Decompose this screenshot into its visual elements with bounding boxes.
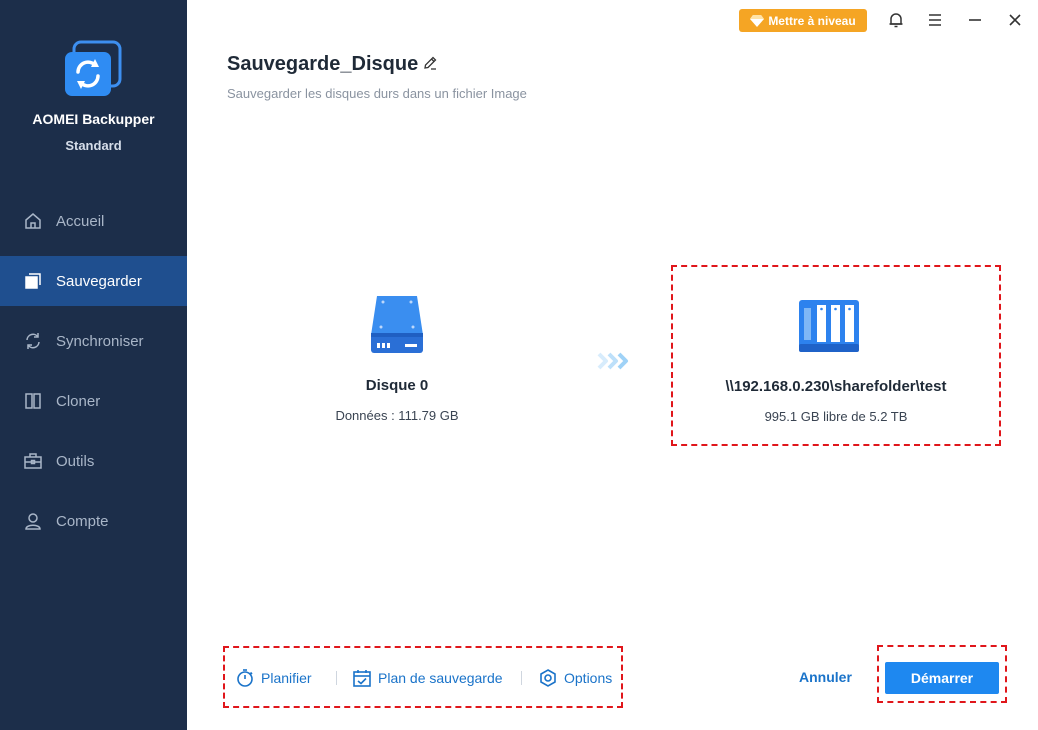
sidebar-item-label: Sauvegarder — [56, 272, 142, 290]
start-button-highlight: Démarrer — [877, 645, 1007, 703]
tools-icon — [24, 453, 42, 469]
app-name: AOMEI Backupper — [32, 111, 155, 127]
sidebar-item-synchroniser[interactable]: Synchroniser — [0, 316, 187, 366]
sidebar-item-label: Synchroniser — [56, 332, 144, 350]
options-button[interactable]: Options — [538, 667, 612, 689]
page-title: Sauvegarde_Disque — [227, 53, 419, 75]
upgrade-button[interactable]: Mettre à niveau — [739, 9, 867, 32]
menu-icon[interactable] — [925, 10, 945, 30]
home-icon — [25, 213, 41, 229]
sidebar-item-outils[interactable]: Outils — [0, 436, 187, 486]
arrow-right-icon — [597, 352, 628, 370]
sidebar-item-sauvegarder[interactable]: Sauvegarder — [0, 256, 187, 306]
sidebar-item-label: Compte — [56, 512, 109, 530]
cancel-button[interactable]: Annuler — [799, 669, 852, 685]
start-button[interactable]: Démarrer — [885, 662, 999, 694]
source-disk-name: Disque 0 — [365, 377, 429, 394]
sidebar-item-cloner[interactable]: Cloner — [0, 376, 187, 426]
bell-icon[interactable] — [886, 10, 906, 30]
divider — [336, 671, 337, 685]
upgrade-label: Mettre à niveau — [768, 13, 856, 28]
divider — [521, 671, 522, 685]
destination-info: 995.1 GB libre de 5.2 TB — [764, 409, 908, 424]
close-icon[interactable] — [1005, 10, 1025, 30]
backup-plan-button[interactable]: Plan de sauvegarde — [352, 667, 503, 689]
schedule-button[interactable]: Planifier — [235, 667, 312, 689]
destination-selector[interactable]: \\192.168.0.230\sharefolder\test 995.1 G… — [671, 265, 1001, 446]
aomei-logo — [65, 40, 122, 96]
calendar-check-icon — [353, 670, 371, 687]
minimize-icon[interactable] — [965, 10, 985, 30]
backup-plan-label: Plan de sauvegarde — [378, 670, 503, 686]
main-panel: Mettre à niveau Sauvegarde_Disque Sauveg… — [187, 0, 1038, 730]
sidebar: AOMEI Backupper Standard Accueil Sauvega… — [0, 0, 187, 730]
stopwatch-icon — [237, 669, 253, 687]
diamond-icon — [750, 14, 765, 27]
hard-disk-icon — [371, 296, 423, 353]
destination-path: \\192.168.0.230\sharefolder\test — [725, 378, 947, 395]
gear-icon — [540, 669, 556, 687]
app-edition: Standard — [65, 138, 122, 153]
page-subtitle: Sauvegarder les disques durs dans un fic… — [227, 86, 527, 101]
sidebar-item-label: Accueil — [56, 212, 105, 230]
backup-icon — [25, 273, 41, 289]
sync-icon — [26, 333, 40, 349]
sidebar-item-label: Outils — [56, 452, 95, 470]
sidebar-item-compte[interactable]: Compte — [0, 496, 187, 546]
pencil-icon[interactable] — [422, 55, 438, 71]
options-label: Options — [564, 670, 613, 686]
clone-icon — [25, 393, 41, 409]
sidebar-item-label: Cloner — [56, 392, 101, 410]
sidebar-item-accueil[interactable]: Accueil — [0, 196, 187, 246]
source-disk-info: Données : 111.79 GB — [335, 408, 459, 423]
backup-options-group: Planifier Plan de sauvegarde Options — [223, 646, 623, 708]
nas-icon — [799, 300, 859, 352]
schedule-label: Planifier — [261, 670, 312, 686]
account-icon — [25, 513, 41, 530]
